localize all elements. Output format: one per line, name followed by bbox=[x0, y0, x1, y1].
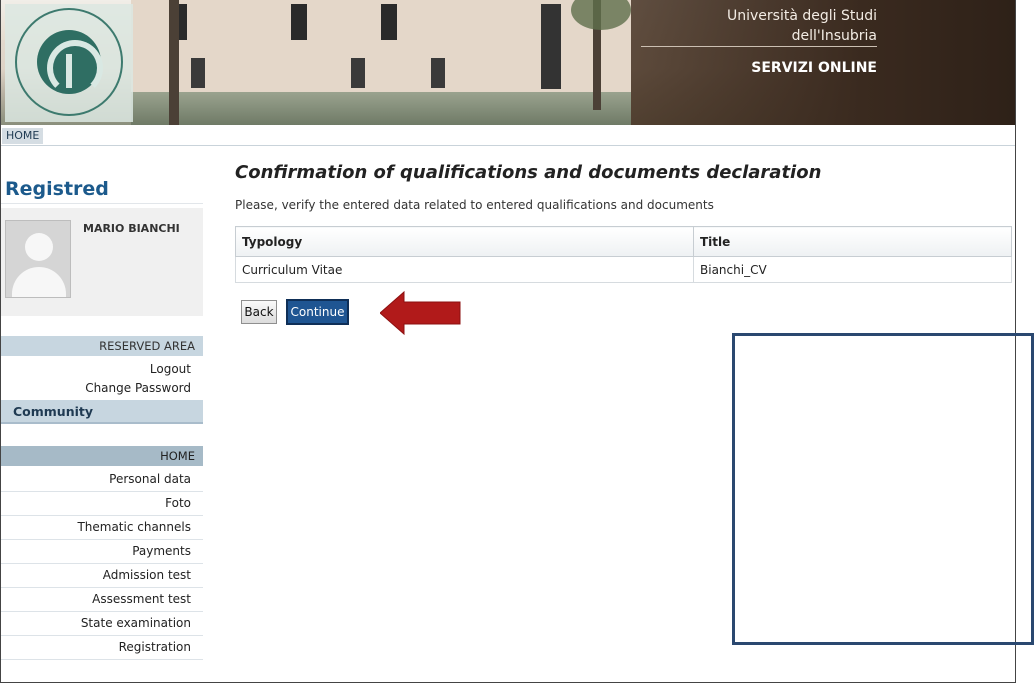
sidebar-item-thematic-channels[interactable]: Thematic channels bbox=[1, 516, 203, 540]
pointer-arrow-icon bbox=[380, 290, 461, 336]
banner-window bbox=[381, 4, 397, 40]
sidebar-item-payments[interactable]: Payments bbox=[1, 540, 203, 564]
table-row: Curriculum Vitae Bianchi_CV bbox=[235, 256, 1012, 283]
sidebar-item-registration[interactable]: Registration bbox=[1, 636, 203, 660]
column-header-title: Title bbox=[693, 226, 1012, 257]
university-name-line1: Università degli Studi bbox=[726, 8, 877, 24]
user-name: MARIO BIANCHI bbox=[83, 222, 180, 235]
user-card: MARIO BIANCHI bbox=[1, 208, 203, 316]
banner-tree bbox=[169, 0, 179, 125]
page-title: Confirmation of qualifications and docum… bbox=[235, 162, 822, 183]
header-banner: Università degli Studi dell'Insubria SER… bbox=[1, 0, 1015, 125]
sidebar-divider bbox=[1, 203, 203, 204]
documents-table: Typology Title Curriculum Vitae Bianchi_… bbox=[235, 226, 1012, 283]
banner-window bbox=[431, 58, 445, 88]
university-logo bbox=[5, 4, 133, 122]
avatar-head-icon bbox=[25, 233, 53, 261]
banner-window bbox=[291, 4, 307, 40]
column-header-typology: Typology bbox=[235, 226, 694, 257]
banner-door bbox=[541, 4, 561, 89]
continue-button[interactable]: Continue bbox=[286, 299, 349, 325]
cell-typology: Curriculum Vitae bbox=[235, 256, 694, 283]
banner-lawn bbox=[131, 92, 631, 125]
breadcrumb-bar: HOME bbox=[1, 128, 1015, 146]
sidebar-title: Registred bbox=[5, 178, 109, 200]
service-title: SERVIZI ONLINE bbox=[751, 60, 877, 76]
community-link[interactable]: Community bbox=[1, 400, 203, 424]
university-name: Università degli Studi dell'Insubria bbox=[727, 6, 877, 46]
header-divider bbox=[641, 46, 877, 47]
page-subtitle: Please, verify the entered data related … bbox=[235, 198, 714, 212]
university-name-line2: dell'Insubria bbox=[791, 28, 877, 44]
home-section-header[interactable]: HOME bbox=[1, 446, 203, 466]
logout-link[interactable]: Logout bbox=[1, 360, 203, 379]
avatar-body-icon bbox=[12, 267, 66, 297]
sidebar-item-personal-data[interactable]: Personal data bbox=[1, 468, 203, 492]
sidebar-item-assessment-test[interactable]: Assessment test bbox=[1, 588, 203, 612]
sidebar-item-foto[interactable]: Foto bbox=[1, 492, 203, 516]
annotation-box bbox=[732, 333, 1034, 645]
back-button[interactable]: Back bbox=[241, 300, 277, 324]
sidebar-item-admission-test[interactable]: Admission test bbox=[1, 564, 203, 588]
avatar bbox=[5, 220, 71, 298]
banner-window bbox=[351, 58, 365, 88]
university-seal-icon bbox=[15, 8, 123, 116]
change-password-link[interactable]: Change Password bbox=[1, 379, 203, 398]
reserved-area-header: RESERVED AREA bbox=[1, 336, 203, 356]
seal-emblem-icon bbox=[37, 30, 103, 96]
home-tab[interactable]: HOME bbox=[2, 128, 44, 144]
banner-window bbox=[191, 58, 205, 88]
sidebar-item-state-examination[interactable]: State examination bbox=[1, 612, 203, 636]
table-header-row: Typology Title bbox=[235, 226, 1012, 257]
cell-title: Bianchi_CV bbox=[693, 256, 1012, 283]
